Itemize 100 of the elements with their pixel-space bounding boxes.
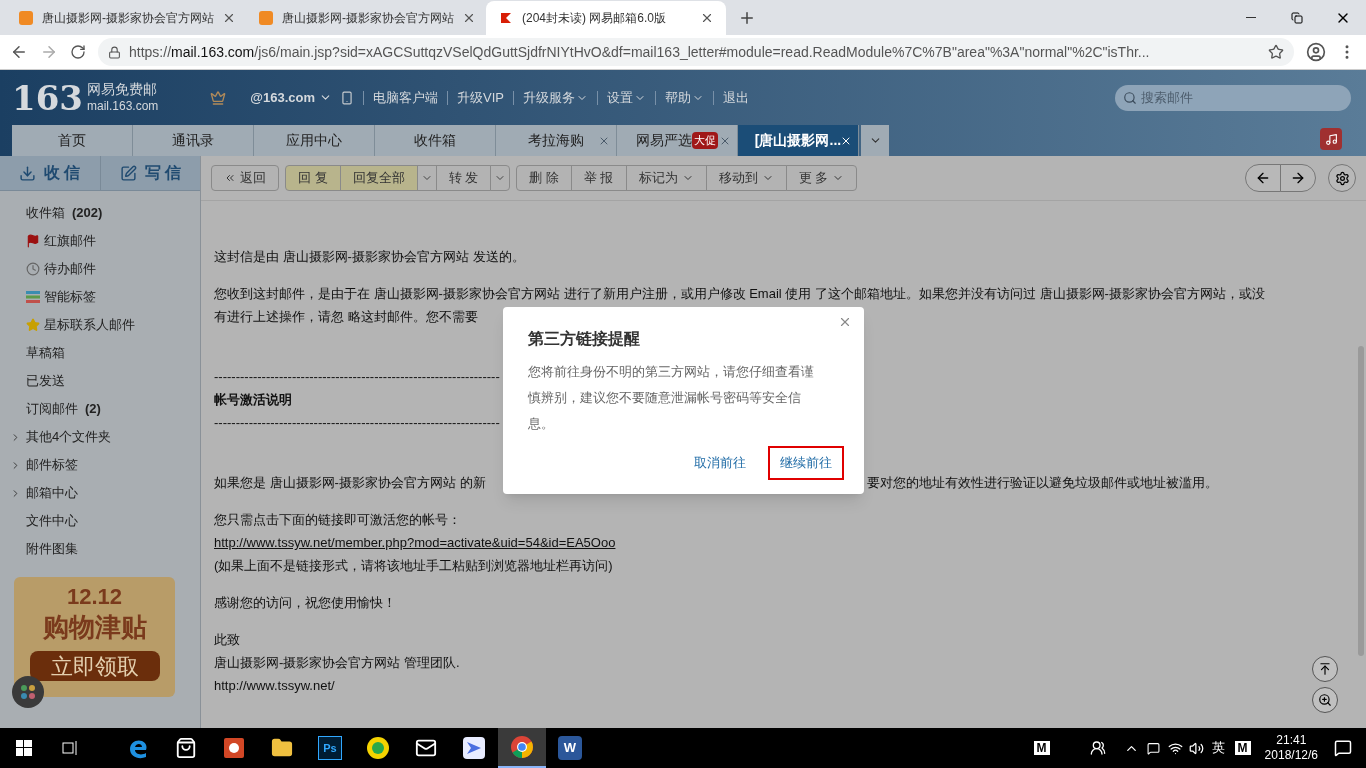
search-icon bbox=[1123, 90, 1137, 105]
toolbar-button[interactable]: 回 复 bbox=[285, 165, 341, 191]
previous-mail-button[interactable] bbox=[1245, 164, 1281, 192]
nav-tab[interactable]: 通讯录 bbox=[133, 125, 254, 156]
reload-icon[interactable] bbox=[70, 44, 86, 60]
toolbar-button[interactable]: 删 除 bbox=[516, 165, 572, 191]
back-icon[interactable] bbox=[10, 43, 28, 61]
zoom-button[interactable] bbox=[1312, 687, 1338, 713]
nav-tab[interactable]: 考拉海购 bbox=[496, 125, 617, 156]
music-note-icon bbox=[1324, 132, 1338, 146]
folder-item[interactable]: 邮箱中心 bbox=[0, 479, 200, 507]
folder-item[interactable]: 星标联系人邮件 bbox=[0, 311, 200, 339]
scrollbar-thumb[interactable] bbox=[1358, 346, 1364, 656]
clock[interactable]: 21:41 2018/12/6 bbox=[1264, 733, 1318, 763]
music-button[interactable] bbox=[1320, 128, 1342, 150]
people-icon[interactable] bbox=[1089, 740, 1106, 756]
phone-icon[interactable] bbox=[340, 90, 355, 105]
folder-item[interactable]: 其他4个文件夹 bbox=[0, 423, 200, 451]
back-to-top-button[interactable] bbox=[1312, 656, 1338, 682]
flag-icon bbox=[26, 234, 40, 248]
address-bar[interactable]: https://mail.163.com/js6/main.jsp?sid=xAGCSuttqzVSelQdGuttSjdfrNIYtHvO&df=mail163_letter#module=read.ReadModule%7C%7B"area"%3A"normal"%2C"isThr... bbox=[98, 38, 1294, 66]
toolbar-button[interactable]: 返回 bbox=[211, 165, 279, 191]
email-paragraph: 这封信是由 唐山摄影网-摄影家协会官方网站 发送的。 bbox=[214, 248, 525, 266]
tab-title: 唐山摄影网-摄影家协会官方网站 bbox=[282, 10, 454, 27]
toolbar-button[interactable]: 移动到 bbox=[705, 165, 787, 191]
toolbar-button[interactable]: 标记为 bbox=[625, 165, 707, 191]
email-paragraph: 唐山摄影网-摄影家协会官方网站 管理团队. bbox=[214, 654, 460, 672]
folder-item[interactable]: 红旗邮件 bbox=[0, 227, 200, 255]
bookmark-star-icon[interactable] bbox=[1268, 44, 1284, 60]
header-link[interactable]: 帮助 bbox=[665, 87, 705, 108]
email-paragraph: 您收到这封邮件，是由于在 唐山摄影网-摄影家协会官方网站 进行了新用户注册，或用户修改 Email 使用 了这个邮箱地址。如果您并没有访问过 唐山摄影网-摄影家协会官方网站，或没 bbox=[214, 285, 1265, 303]
dialog-message: 您将前往身份不明的第三方网站，请您仔细查看谨慎辨别，建议您不要随意泄漏帐号密码等安全信息。 bbox=[528, 363, 815, 433]
site-favicon bbox=[498, 10, 514, 26]
site-favicon bbox=[258, 10, 274, 26]
activation-link[interactable]: http://www.tssyw.net/member.php?mod=activate&uid=54&id=EA5Ooo bbox=[214, 531, 616, 554]
dashed-rule: ------------------------------------------------------------------ bbox=[214, 368, 500, 386]
nav-tab[interactable]: 收件箱 bbox=[375, 125, 496, 156]
brand-name: 网易免费邮 bbox=[87, 81, 158, 99]
folder-item[interactable]: 待办邮件 bbox=[0, 255, 200, 283]
folder-item[interactable]: 收件箱 (202) bbox=[0, 199, 200, 227]
wifi-icon[interactable] bbox=[1167, 740, 1183, 756]
toolbar-button[interactable]: 转 发 bbox=[435, 165, 492, 191]
close-icon[interactable] bbox=[700, 11, 714, 25]
browser-tab[interactable]: (204封未读) 网易邮箱6.0版 bbox=[486, 1, 726, 35]
folder-item[interactable]: 已发送 bbox=[0, 367, 200, 395]
notification-icon[interactable] bbox=[1334, 739, 1352, 757]
header-link[interactable]: 升级VIP bbox=[457, 87, 505, 108]
toolbar-button[interactable]: 回复全部 bbox=[339, 165, 418, 191]
toolbar-button[interactable]: 更 多 bbox=[785, 165, 858, 191]
header-link[interactable]: 退出 bbox=[723, 87, 750, 108]
email-paragraph: 您只需点击下面的链接即可激活您的帐号： bbox=[214, 511, 461, 529]
account-name[interactable]: @163.com bbox=[250, 87, 316, 108]
url-text: mail.163.com bbox=[171, 43, 255, 60]
next-mail-button[interactable] bbox=[1280, 164, 1316, 192]
stripes-icon bbox=[26, 290, 40, 304]
account-icon[interactable] bbox=[1306, 42, 1326, 62]
header-link[interactable]: 设置 bbox=[607, 87, 647, 108]
windows-start-icon[interactable] bbox=[16, 740, 32, 756]
logo-text: 163 bbox=[12, 80, 83, 115]
taskbar-app[interactable]: Ps bbox=[306, 728, 354, 768]
toolbar-button[interactable]: 举 报 bbox=[570, 165, 627, 191]
url-text: https:// bbox=[129, 43, 172, 60]
close-icon[interactable] bbox=[222, 11, 236, 25]
nav-tab[interactable]: 应用中心 bbox=[254, 125, 375, 156]
task-view-icon[interactable] bbox=[62, 740, 80, 756]
dialog-button[interactable]: 继续前往 bbox=[768, 446, 844, 480]
header-link[interactable]: 升级服务 bbox=[523, 87, 589, 108]
tray-badge[interactable]: M bbox=[1033, 741, 1050, 755]
nav-tab[interactable]: [唐山摄影网... bbox=[738, 125, 859, 156]
folder-item[interactable]: 草稿箱 bbox=[0, 339, 200, 367]
input-language[interactable]: 英 bbox=[1211, 738, 1225, 758]
promo-button[interactable]: 立即领取 bbox=[29, 651, 160, 681]
star-icon bbox=[26, 318, 40, 332]
promo-date: 12.12 bbox=[66, 583, 123, 611]
restore-icon bbox=[1291, 11, 1303, 24]
search-field[interactable]: 搜索邮件 bbox=[1115, 84, 1351, 111]
site-favicon bbox=[18, 10, 34, 26]
header-link[interactable]: 电脑客户端 bbox=[373, 87, 439, 108]
back-icon bbox=[224, 172, 236, 184]
folder-item[interactable]: 附件图集 bbox=[0, 535, 200, 563]
apps-button[interactable] bbox=[12, 676, 44, 708]
folder-item[interactable]: 智能标签 bbox=[0, 283, 200, 311]
close-icon[interactable] bbox=[462, 11, 476, 25]
new-tab-icon[interactable] bbox=[738, 9, 756, 27]
chat-bubble-icon[interactable] bbox=[1146, 741, 1160, 755]
volume-icon[interactable] bbox=[1188, 740, 1204, 756]
nav-tab[interactable]: 首页 bbox=[12, 125, 133, 156]
email-paragraph: http://www.tssyw.net/ bbox=[214, 677, 335, 695]
ime-badge[interactable]: M bbox=[1234, 741, 1251, 755]
promo-badge: 大促 bbox=[692, 132, 718, 149]
email-paragraph: 此致 bbox=[214, 631, 240, 649]
folder-item[interactable]: 文件中心 bbox=[0, 507, 200, 535]
promo-banner[interactable]: 12.12 购物津贴 立即领取 bbox=[14, 577, 175, 697]
taskbar-app[interactable] bbox=[498, 728, 546, 768]
folder-item[interactable]: 订阅邮件 (2) bbox=[0, 395, 200, 423]
folder-item[interactable]: 邮件标签 bbox=[0, 451, 200, 479]
settings-button[interactable] bbox=[1328, 164, 1356, 192]
dialog-button[interactable]: 取消前往 bbox=[682, 446, 758, 480]
nav-tab[interactable]: 网易严选大促 bbox=[617, 125, 738, 156]
taskbar-app[interactable]: W bbox=[546, 728, 594, 768]
